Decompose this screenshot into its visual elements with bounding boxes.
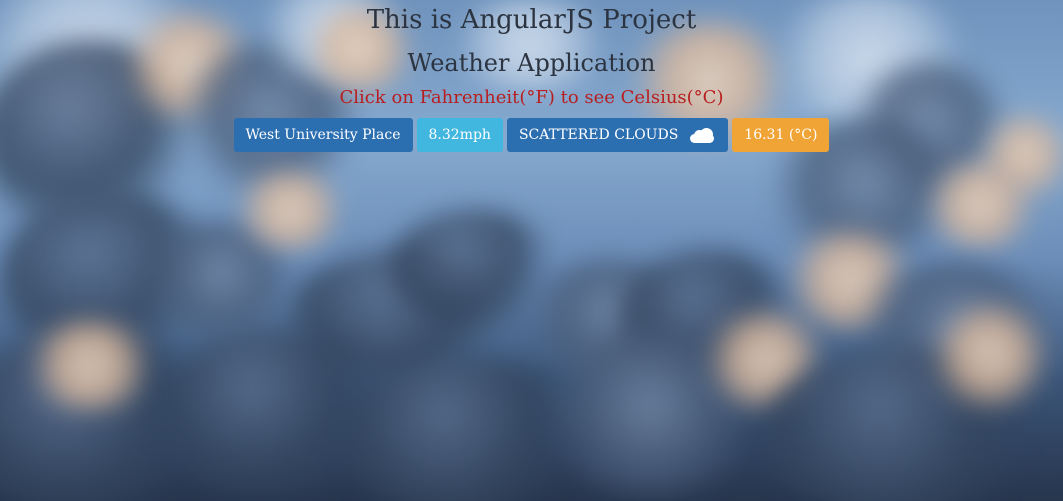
cloud-icon <box>688 127 716 143</box>
location-label: West University Place <box>245 127 401 143</box>
unit-toggle-hint[interactable]: Click on Fahrenheit(°F) to see Celsius(°… <box>0 87 1063 109</box>
app-subtitle: Weather Application <box>407 49 656 77</box>
wind-speed-badge: 8.32mph <box>416 118 503 152</box>
condition-badge: SCATTERED CLOUDS <box>506 118 729 152</box>
page-title: This is AngularJS Project <box>366 5 697 35</box>
temperature-badge[interactable]: 16.31 (°C) <box>732 118 830 152</box>
main-content: This is AngularJS Project Weather Applic… <box>0 0 1063 152</box>
temperature-label: 16.31 (°C) <box>744 127 818 143</box>
wind-speed-label: 8.32mph <box>428 127 491 143</box>
location-badge: West University Place <box>233 118 413 152</box>
condition-label: SCATTERED CLOUDS <box>518 127 679 143</box>
weather-badges: West University Place 8.32mph SCATTERED … <box>0 118 1063 152</box>
